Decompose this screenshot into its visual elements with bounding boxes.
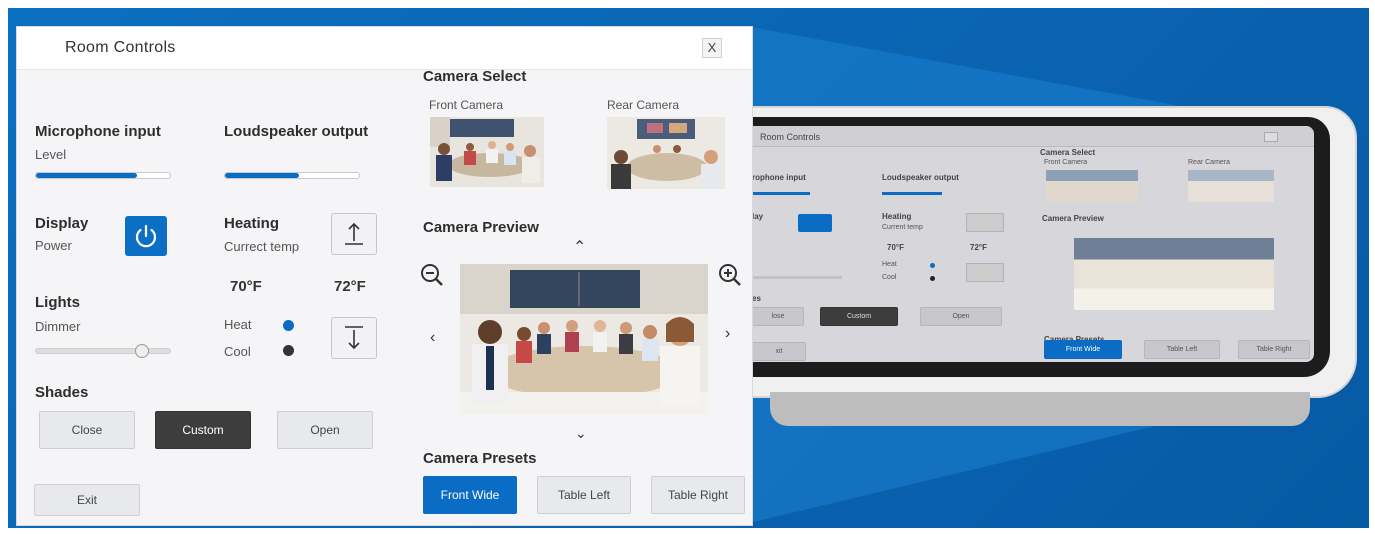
- tablet-preset-right: Table Right: [1238, 340, 1310, 359]
- power-icon: [135, 224, 157, 248]
- pan-right-icon[interactable]: ›: [725, 325, 730, 343]
- tablet-speaker-bar: [882, 192, 942, 195]
- tablet-preset-front: Front Wide: [1044, 340, 1122, 359]
- heat-mode-dot[interactable]: [283, 320, 294, 331]
- tablet-stand: [770, 392, 1310, 426]
- display-power-button[interactable]: [125, 216, 167, 256]
- tablet-cool: Cool: [882, 274, 897, 281]
- shades-label: Shades: [35, 384, 89, 401]
- tilt-up-icon[interactable]: ⌃: [573, 237, 586, 257]
- tablet-rear-camera: Rear Camera: [1188, 159, 1231, 166]
- tablet-close-icon: [1264, 132, 1278, 142]
- arrow-down-icon: [345, 326, 363, 350]
- camera-select-label: Camera Select: [423, 68, 527, 85]
- heating-sublabel: Currect temp: [224, 239, 300, 254]
- shades-open-button[interactable]: Open: [277, 411, 373, 449]
- current-temp: 70°F: [230, 278, 262, 295]
- preset-table-left-button[interactable]: Table Left: [537, 476, 631, 514]
- tablet-temp-b: 72°F: [970, 243, 987, 252]
- shades-close-button[interactable]: Close: [39, 411, 135, 449]
- tablet-heat-dot: [930, 263, 935, 268]
- tablet-dimmer: [752, 276, 842, 279]
- zoom-in-icon[interactable]: [717, 262, 743, 288]
- cool-mode-dot[interactable]: [283, 345, 294, 356]
- microphone-label: Microphone input: [35, 123, 161, 140]
- lights-sublabel: Dimmer: [35, 319, 81, 334]
- temp-up-button[interactable]: [331, 213, 377, 255]
- camera-preview-label: Camera Preview: [423, 219, 539, 236]
- camera-presets-label: Camera Presets: [423, 450, 537, 467]
- camera-preview-image: [460, 264, 708, 414]
- loudspeaker-level-bar[interactable]: [224, 172, 360, 179]
- microphone-level-fill: [36, 173, 137, 178]
- rear-camera-label: Rear Camera: [607, 98, 680, 112]
- window-title: Room Controls: [65, 39, 176, 56]
- display-label: Display: [35, 215, 89, 232]
- tablet-exit: xit: [752, 342, 806, 361]
- tablet-custom-shade: Custom: [820, 307, 898, 326]
- tablet-preview: [1074, 238, 1274, 310]
- dimmer-knob[interactable]: [134, 344, 149, 358]
- tablet-camera-preview: Camera Preview: [1042, 214, 1104, 223]
- zoom-out-icon[interactable]: [419, 262, 445, 288]
- front-camera-thumbnail[interactable]: [430, 117, 544, 187]
- set-temp: 72°F: [334, 278, 366, 295]
- tablet-heating-label: Heating: [882, 212, 912, 221]
- lights-label: Lights: [35, 294, 80, 311]
- exit-button[interactable]: Exit: [34, 484, 140, 516]
- tablet-open-shade: Open: [920, 307, 1002, 326]
- tablet-rear-thumb: [1188, 170, 1274, 202]
- loudspeaker-label: Loudspeaker output: [224, 123, 369, 140]
- tablet-camera-select: Camera Select: [1040, 148, 1096, 157]
- tablet-power-button: [798, 214, 832, 232]
- preset-table-right-button[interactable]: Table Right: [651, 476, 745, 514]
- tablet-screen: Room Controls rophone input Loudspeaker …: [752, 126, 1314, 362]
- tablet-preset-left: Table Left: [1144, 340, 1220, 359]
- tablet-close-shade: lose: [752, 307, 804, 326]
- cool-label: Cool: [224, 344, 251, 359]
- tablet-up-button: [966, 213, 1004, 232]
- tablet-front-camera: Front Camera: [1044, 159, 1088, 166]
- tablet-speaker-label: Loudspeaker output: [882, 173, 959, 182]
- room-controls-window: Room Controls X Microphone input Level L…: [16, 26, 753, 526]
- close-button[interactable]: X: [702, 38, 722, 58]
- heat-label: Heat: [224, 317, 252, 332]
- shades-custom-button[interactable]: Custom: [155, 411, 251, 449]
- tablet-shades-label: es: [752, 294, 761, 303]
- arrow-up-icon: [345, 222, 363, 245]
- rear-camera-image: [607, 117, 725, 189]
- tablet-mic-bar: [752, 192, 810, 195]
- meeting-room-image: [460, 264, 708, 414]
- front-camera-image: [430, 117, 544, 187]
- heating-label: Heating: [224, 215, 280, 232]
- temp-down-button[interactable]: [331, 317, 377, 359]
- loudspeaker-level-fill: [225, 173, 299, 178]
- tablet-display-label: lay: [752, 212, 764, 221]
- tablet-cool-dot: [930, 276, 935, 281]
- microphone-sublabel: Level: [35, 147, 67, 162]
- rear-camera-thumbnail[interactable]: [607, 117, 725, 189]
- tablet-temp-a: 70°F: [887, 243, 904, 252]
- tablet-heating-sub: Current temp: [882, 224, 923, 231]
- tablet-title: Room Controls: [760, 132, 821, 142]
- tablet-down-button: [966, 263, 1004, 282]
- pan-left-icon[interactable]: ‹: [430, 329, 435, 347]
- tilt-down-icon[interactable]: ⌄: [575, 425, 587, 442]
- dimmer-slider[interactable]: [35, 344, 171, 358]
- title-bar: Room Controls X: [17, 27, 752, 70]
- tablet-front-thumb: [1046, 170, 1138, 202]
- tablet-heat: Heat: [882, 261, 897, 268]
- tablet-mic-label: rophone input: [752, 173, 806, 182]
- front-camera-label: Front Camera: [429, 98, 504, 112]
- microphone-level-bar[interactable]: [35, 172, 171, 179]
- preset-front-wide-button[interactable]: Front Wide: [423, 476, 517, 514]
- display-sublabel: Power: [35, 238, 72, 253]
